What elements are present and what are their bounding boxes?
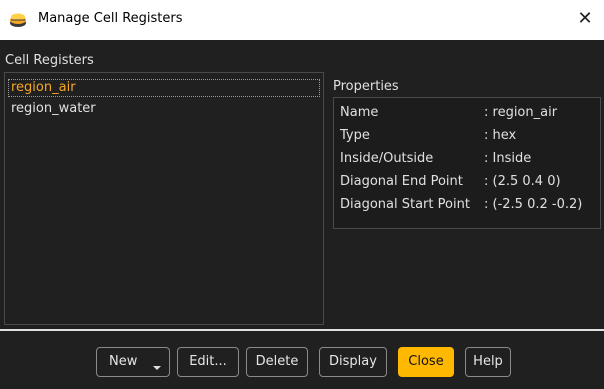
property-key: Diagonal Start Point [340, 197, 470, 212]
property-key: Inside/Outside [340, 151, 434, 166]
chevron-down-icon [153, 366, 161, 370]
property-value: : region_air [484, 105, 558, 120]
close-window-icon[interactable]: ✕ [574, 7, 596, 31]
new-button[interactable]: New [96, 347, 170, 377]
list-item-region-water[interactable]: region_water [8, 100, 320, 118]
property-value: : Inside [484, 151, 532, 166]
property-key: Type [340, 128, 370, 143]
footer-divider [0, 329, 604, 331]
help-button[interactable]: Help [465, 347, 511, 377]
cell-registers-label: Cell Registers [5, 53, 94, 68]
display-button[interactable]: Display [319, 347, 387, 377]
app-layers-icon [9, 12, 27, 28]
close-button[interactable]: Close [398, 347, 454, 377]
edit-button[interactable]: Edit... [177, 347, 239, 377]
cell-registers-list[interactable]: region_air region_water [4, 72, 324, 325]
properties-panel: Name : region_air Type : hex Inside/Outs… [333, 97, 601, 229]
property-key: Name [340, 105, 379, 120]
property-key: Diagonal End Point [340, 174, 463, 189]
list-item-region-air[interactable]: region_air [8, 79, 320, 97]
property-value: : (-2.5 0.2 -0.2) [484, 197, 583, 212]
title-bar: Manage Cell Registers ✕ [0, 0, 604, 40]
property-value: : hex [484, 128, 517, 143]
window-title: Manage Cell Registers [38, 11, 183, 26]
delete-button[interactable]: Delete [246, 347, 308, 377]
properties-label: Properties [333, 79, 399, 94]
new-button-label: New [109, 354, 138, 369]
property-value: : (2.5 0.4 0) [484, 174, 561, 189]
